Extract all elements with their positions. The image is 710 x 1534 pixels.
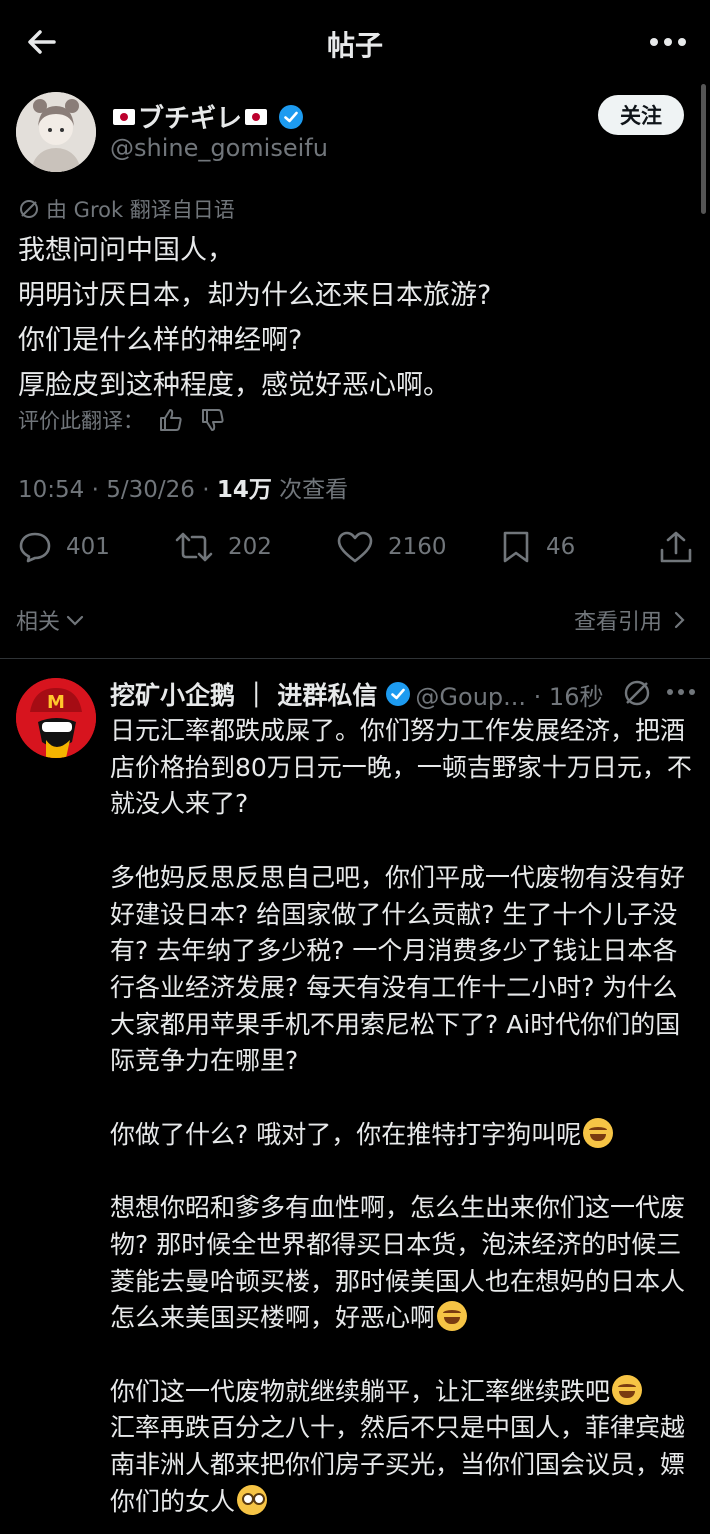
grok-icon	[20, 200, 38, 218]
action-bar: 401 202 2160 46	[0, 524, 710, 572]
repost-button[interactable]: 202	[174, 530, 272, 564]
author-display-name: ブチギレ	[138, 104, 243, 134]
share-icon	[660, 531, 692, 563]
japan-flag-icon	[113, 108, 135, 125]
follow-button[interactable]: 关注	[598, 95, 684, 135]
post-line: 厚脸皮到这种程度，感觉好恶心啊。	[18, 370, 450, 401]
author-avatar[interactable]	[16, 92, 96, 172]
scrollbar[interactable]	[701, 84, 706, 214]
rofl-emoji-icon	[437, 1301, 468, 1332]
post-line: 我想问问中国人，	[18, 235, 234, 266]
reply-paragraph: 你们这一代废物就继续躺平，让汇率继续跌吧	[110, 1374, 700, 1411]
rofl-emoji-icon	[612, 1374, 643, 1405]
like-button[interactable]: 2160	[336, 530, 447, 564]
chevron-down-icon	[66, 615, 84, 626]
reply-handle-time: @Goup... · 16秒	[415, 682, 604, 711]
reply-paragraph: 想想你昭和爹多有血性啊，怎么生出来你们这一代废物? 那时候全世界都得买日本货，泡…	[110, 1193, 686, 1333]
post-meta: 10:54 · 5/30/26 · 14万 次查看	[18, 470, 348, 504]
reply-count: 401	[66, 534, 110, 560]
thumbs-up-icon[interactable]	[156, 405, 186, 435]
more-options-icon[interactable]	[644, 24, 692, 60]
reply-paragraph: 多他妈反思反思自己吧，你们平成一代废物有没有好好建设日本? 给国家做了什么贡献?…	[110, 862, 686, 1076]
thumbs-down-icon[interactable]	[198, 405, 228, 435]
grok-icon[interactable]	[622, 678, 652, 708]
rate-translation-label: 评价此翻译：	[18, 409, 144, 433]
bookmark-count: 46	[546, 534, 576, 560]
bookmark-button[interactable]: 46	[500, 530, 575, 564]
post-text: 我想问问中国人， 明明讨厌日本，却为什么还来日本旅游? 你们是什么样的神经啊? …	[18, 228, 698, 408]
reply-paragraph: 汇率再跌百分之八十，然后不只是中国人，菲律宾越南非洲人都来把你们房子买光，当你们…	[110, 1413, 686, 1516]
post-line: 你们是什么样的神经啊?	[18, 325, 303, 356]
views-label: 次查看	[271, 477, 349, 503]
reply-button[interactable]: 401	[18, 530, 110, 564]
author-name[interactable]: ブチギレ	[110, 98, 304, 135]
reply-paragraph: 你做了什么? 哦对了，你在推特打字狗叫呢	[110, 1117, 700, 1154]
rate-translation: 评价此翻译：	[18, 405, 228, 435]
views-count: 14万	[216, 477, 272, 503]
reply-author-name[interactable]: 挖矿小企鹅 ｜ 进群私信	[110, 676, 377, 712]
reply-text: 日元汇率都跌成屎了。你们努力工作发展经济，把酒店价格抬到80万日元一晚，一顿吉野…	[110, 713, 700, 1520]
rofl-emoji-icon	[583, 1117, 614, 1148]
repost-icon	[175, 532, 213, 562]
author-handle[interactable]: @shine_gomiseifu	[110, 134, 328, 162]
bookmark-icon	[503, 531, 529, 563]
repost-count: 202	[228, 534, 272, 560]
translation-note: 由 Grok 翻译自日语	[18, 194, 235, 224]
reply-more-icon[interactable]	[664, 680, 698, 704]
reply-header: 挖矿小企鹅 ｜ 进群私信 @Goup... · 16秒	[110, 676, 603, 712]
reply-icon	[19, 532, 51, 563]
like-count: 2160	[388, 534, 447, 560]
top-bar: 帖子	[0, 0, 710, 84]
divider	[0, 658, 710, 659]
post-timestamp: 10:54 · 5/30/26 ·	[18, 477, 217, 503]
verified-badge-icon	[386, 682, 411, 706]
page-title: 帖子	[326, 29, 383, 62]
japan-flag-icon	[245, 108, 268, 125]
view-quotes-link[interactable]: 查看引用	[574, 604, 690, 636]
svg-text:M: M	[47, 692, 65, 713]
reply-author-avatar[interactable]: M	[16, 678, 96, 758]
reply-paragraph: 日元汇率都跌成屎了。你们努力工作发展经济，把酒店价格抬到80万日元一晚，一顿吉野…	[110, 716, 692, 819]
share-button[interactable]	[658, 530, 708, 566]
post-line: 明明讨厌日本，却为什么还来日本旅游?	[18, 280, 492, 311]
chevron-right-icon	[674, 611, 685, 629]
verified-badge-icon	[279, 104, 304, 129]
heart-icon	[337, 531, 373, 563]
flushed-face-emoji-icon	[237, 1484, 268, 1515]
related-tab[interactable]: 相关	[16, 604, 86, 636]
